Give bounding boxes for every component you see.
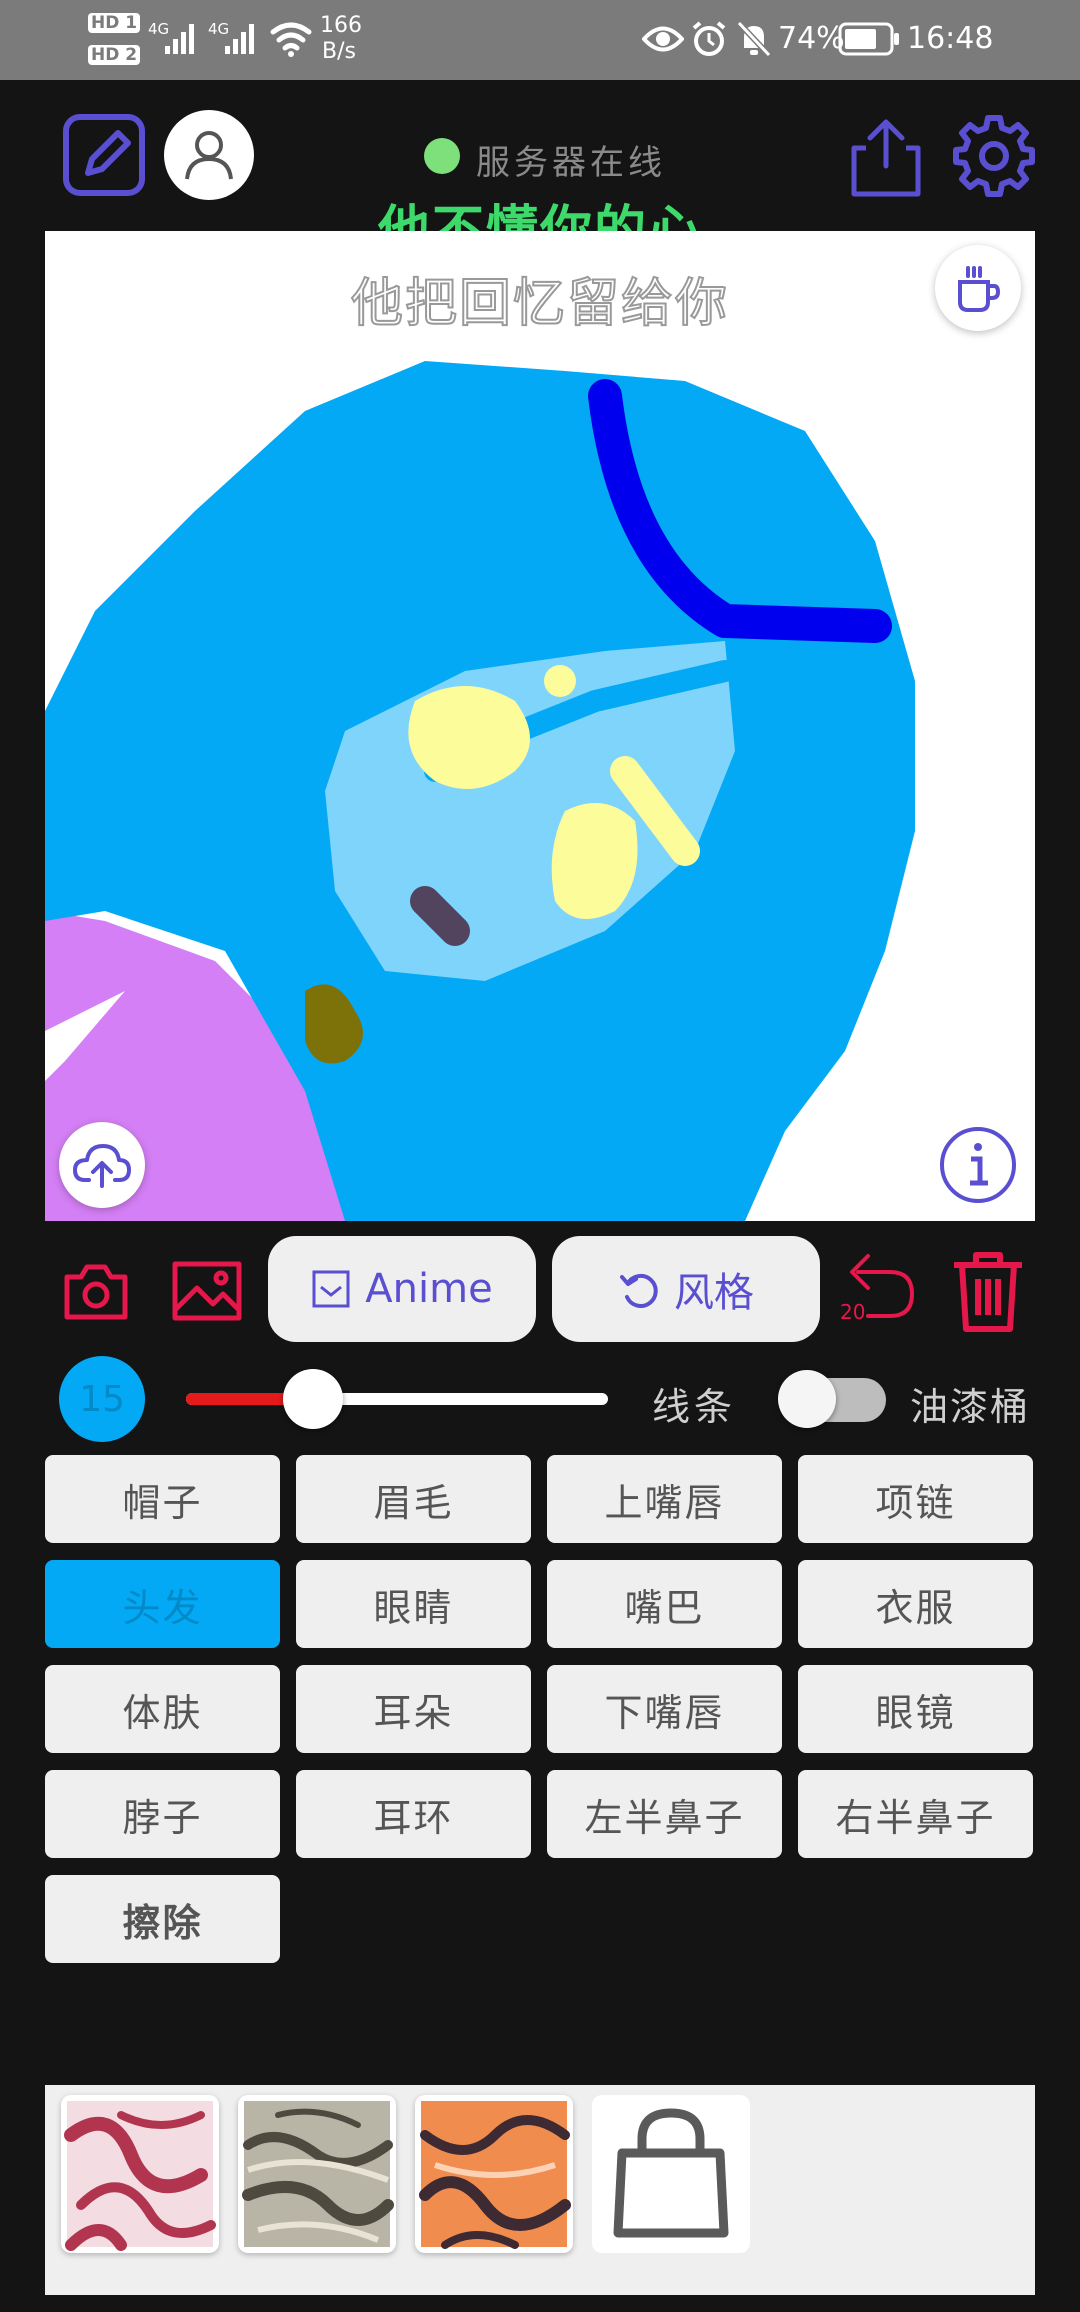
gear-icon <box>953 115 1035 197</box>
checkbox-icon <box>312 1270 350 1308</box>
signal-icon <box>225 24 254 54</box>
gallery-button[interactable] <box>168 1255 246 1327</box>
avatar-button[interactable] <box>164 110 254 200</box>
swatch-gray-marble[interactable] <box>238 2095 396 2253</box>
part-button[interactable]: 上嘴唇 <box>547 1455 782 1543</box>
shopping-bag-icon <box>613 2108 729 2238</box>
cloud-upload-button[interactable] <box>59 1122 145 1208</box>
info-button[interactable] <box>935 1122 1021 1208</box>
style-label: 风格 <box>674 1270 754 1316</box>
part-button[interactable]: 项链 <box>798 1455 1033 1543</box>
anime-label: Anime <box>365 1266 493 1312</box>
style-button[interactable]: 风格 <box>552 1236 820 1342</box>
part-button[interactable]: 嘴巴 <box>547 1560 782 1648</box>
brush-size-indicator: 15 <box>59 1356 145 1442</box>
part-button[interactable]: 眼睛 <box>296 1560 531 1648</box>
server-status-text: 服务器在线 <box>476 143 666 183</box>
bucket-label: 油漆桶 <box>910 1385 1031 1429</box>
server-status-dot <box>424 138 460 174</box>
swatch-red-marble[interactable] <box>61 2095 219 2253</box>
part-button[interactable]: 眉毛 <box>296 1455 531 1543</box>
style-palette <box>45 2085 1035 2295</box>
part-button[interactable]: 耳环 <box>296 1770 531 1858</box>
part-button[interactable]: 衣服 <box>798 1560 1033 1648</box>
sketch-drawing <box>45 361 915 1221</box>
part-button[interactable]: 左半鼻子 <box>547 1770 782 1858</box>
user-icon <box>185 131 233 180</box>
battery-percent: 74% <box>778 21 845 56</box>
undo-button[interactable]: 20 <box>838 1250 918 1326</box>
alarm-icon <box>692 21 726 56</box>
trash-icon <box>954 1252 1022 1332</box>
part-button[interactable]: 耳朵 <box>296 1665 531 1753</box>
eye-icon <box>642 26 684 52</box>
part-button[interactable]: 眼镜 <box>798 1665 1033 1753</box>
drawing-canvas[interactable]: 他把回忆留给你 <box>45 231 1035 1221</box>
image-icon <box>172 1261 242 1321</box>
wifi-icon <box>270 22 312 57</box>
undo-count: 20 <box>840 1300 866 1324</box>
part-button[interactable]: 体肤 <box>45 1665 280 1753</box>
signal-icon <box>165 24 194 54</box>
share-button[interactable] <box>850 116 922 198</box>
mute-bell-icon <box>736 20 772 58</box>
part-button[interactable]: 右半鼻子 <box>798 1770 1033 1858</box>
coffee-icon <box>958 266 1001 312</box>
net-speed-value: 166 <box>320 13 362 38</box>
edit-button[interactable] <box>62 113 146 197</box>
settings-button[interactable] <box>952 114 1036 198</box>
clock: 16:48 <box>907 21 994 56</box>
lyric-next: 他把回忆留给你 <box>350 273 729 335</box>
battery-icon <box>838 22 899 56</box>
info-icon <box>940 1127 1016 1203</box>
status-bar: HD 1 HD 2 4G 4G 166 B/s 74% 16:48 <box>0 0 1080 80</box>
sim2-indicator: HD 2 <box>88 45 141 65</box>
sim1-indicator: HD 1 <box>88 13 141 33</box>
slider-thumb[interactable] <box>283 1369 343 1429</box>
bucket-toggle[interactable] <box>778 1370 886 1428</box>
part-button[interactable]: 帽子 <box>45 1455 280 1543</box>
part-button[interactable]: 擦除 <box>45 1875 280 1963</box>
coffee-button[interactable] <box>935 245 1021 331</box>
swatch-orange-marble[interactable] <box>415 2095 573 2253</box>
camera-icon <box>64 1264 128 1320</box>
net-speed-unit: B/s <box>322 39 356 64</box>
rotate-icon <box>620 1273 658 1308</box>
part-button[interactable]: 下嘴唇 <box>547 1665 782 1753</box>
part-button[interactable]: 头发 <box>45 1560 280 1648</box>
anime-button[interactable]: Anime <box>268 1236 536 1342</box>
shop-button[interactable] <box>592 2095 750 2253</box>
camera-button[interactable] <box>60 1255 132 1327</box>
toggle-knob <box>778 1370 836 1428</box>
lines-label: 线条 <box>652 1385 737 1429</box>
edit-icon <box>63 114 145 196</box>
part-button[interactable]: 脖子 <box>45 1770 280 1858</box>
share-icon <box>851 119 921 197</box>
delete-button[interactable] <box>948 1248 1028 1334</box>
cloud-upload-icon <box>73 1144 131 1188</box>
brush-size-slider[interactable] <box>186 1369 608 1429</box>
